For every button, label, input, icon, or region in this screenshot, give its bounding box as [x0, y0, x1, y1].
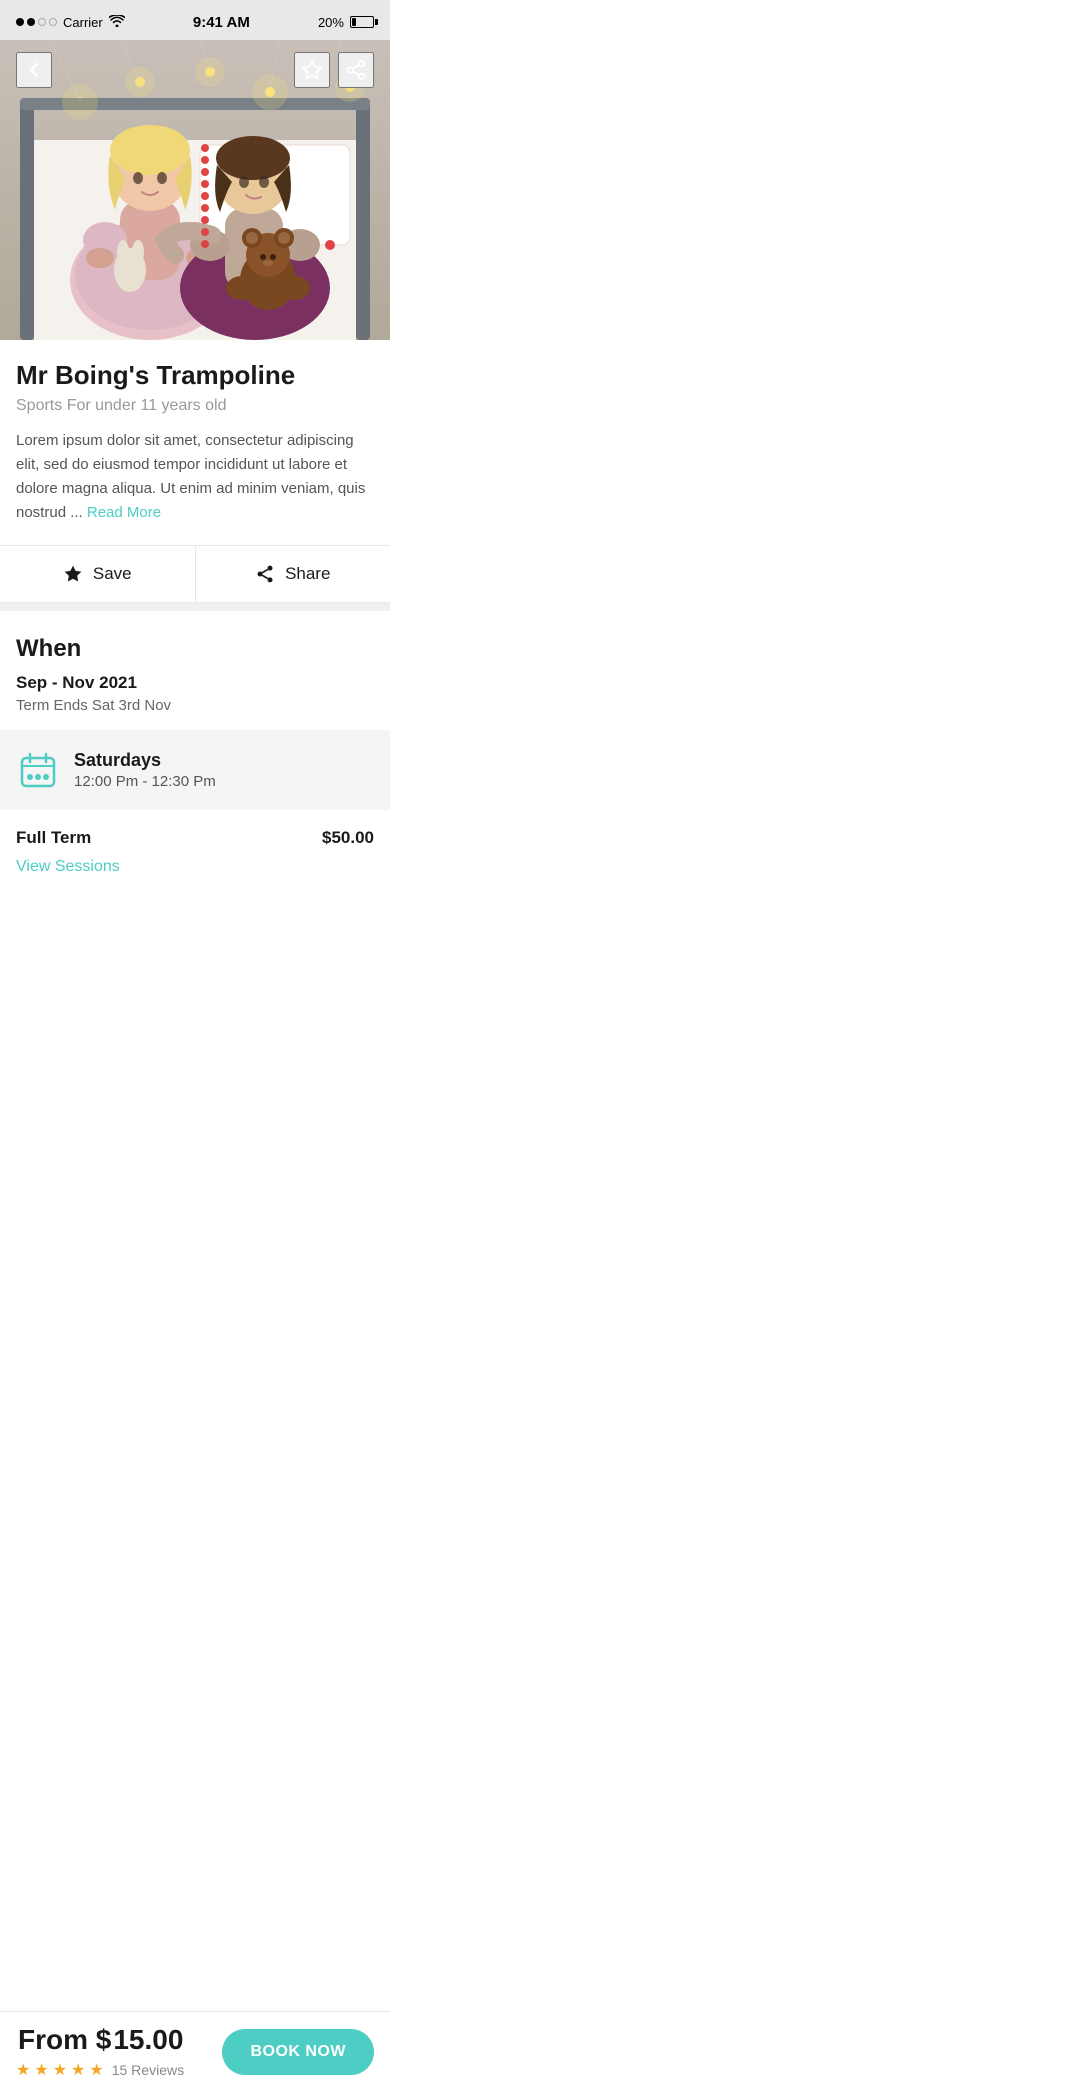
term-ends: Term Ends Sat 3rd Nov [16, 697, 374, 714]
signal-dot-1 [16, 18, 24, 26]
from-price-block: From $15.00 ★ ★ ★ ★ ★ 15 Reviews [16, 2024, 184, 2080]
content-area: Mr Boing's Trampoline Sports For under 1… [0, 340, 390, 525]
status-left: Carrier [16, 14, 125, 30]
star-1: ★ [16, 2060, 30, 2080]
battery-icon [350, 16, 374, 28]
share-label: Share [285, 564, 330, 584]
status-bar: Carrier 9:41 AM 20% [0, 0, 390, 40]
star-4: ★ [71, 2060, 85, 2080]
hero-image [0, 40, 390, 340]
listing-description: Lorem ipsum dolor sit amet, consectetur … [16, 429, 374, 525]
section-divider [0, 603, 390, 611]
full-term-price: $50.00 [322, 828, 374, 848]
bottom-spacer [0, 896, 390, 996]
listing-title: Mr Boing's Trampoline [16, 360, 374, 391]
bottom-bar: From $15.00 ★ ★ ★ ★ ★ 15 Reviews BOOK NO… [0, 2011, 390, 2100]
share-action-button[interactable]: Share [196, 546, 391, 602]
schedule-info: Saturdays 12:00 Pm - 12:30 Pm [74, 750, 374, 790]
status-right: 20% [318, 15, 374, 30]
status-time: 9:41 AM [193, 14, 250, 31]
calendar-icon [16, 748, 60, 792]
wifi-icon [109, 14, 125, 30]
carrier-label: Carrier [63, 15, 103, 30]
star-2: ★ [34, 2060, 48, 2080]
pricing-row: Full Term $50.00 [16, 828, 374, 848]
signal-dots [16, 18, 57, 26]
share-button-hero[interactable] [338, 52, 374, 88]
signal-dot-2 [27, 18, 35, 26]
from-label: From $15.00 [16, 2024, 184, 2056]
view-sessions-link[interactable]: View Sessions [16, 858, 120, 876]
pricing-section: Full Term $50.00 View Sessions [0, 810, 390, 896]
book-now-button[interactable]: BOOK NOW [222, 2029, 374, 2075]
battery-percent: 20% [318, 15, 344, 30]
read-more-link[interactable]: Read More [87, 504, 161, 521]
reviews-row: ★ ★ ★ ★ ★ 15 Reviews [16, 2060, 184, 2080]
save-button[interactable]: Save [0, 546, 196, 602]
schedule-time: 12:00 Pm - 12:30 Pm [74, 773, 374, 790]
star-5: ★ [89, 2060, 103, 2080]
hero-nav-right [294, 52, 374, 88]
hero-nav [0, 40, 390, 100]
save-label: Save [93, 564, 132, 584]
schedule-day: Saturdays [74, 750, 374, 771]
signal-dot-4 [49, 18, 57, 26]
listing-subtitle: Sports For under 11 years old [16, 397, 374, 415]
action-bar: Save Share [0, 545, 390, 603]
schedule-card: Saturdays 12:00 Pm - 12:30 Pm [0, 730, 390, 810]
reviews-count: 15 Reviews [112, 2062, 184, 2078]
when-section: When Sep - Nov 2021 Term Ends Sat 3rd No… [0, 611, 390, 730]
when-title: When [16, 635, 374, 663]
date-range: Sep - Nov 2021 [16, 673, 374, 693]
star-3: ★ [53, 2060, 67, 2080]
favorite-button[interactable] [294, 52, 330, 88]
full-term-label: Full Term [16, 828, 91, 848]
back-button[interactable] [16, 52, 52, 88]
signal-dot-3 [38, 18, 46, 26]
